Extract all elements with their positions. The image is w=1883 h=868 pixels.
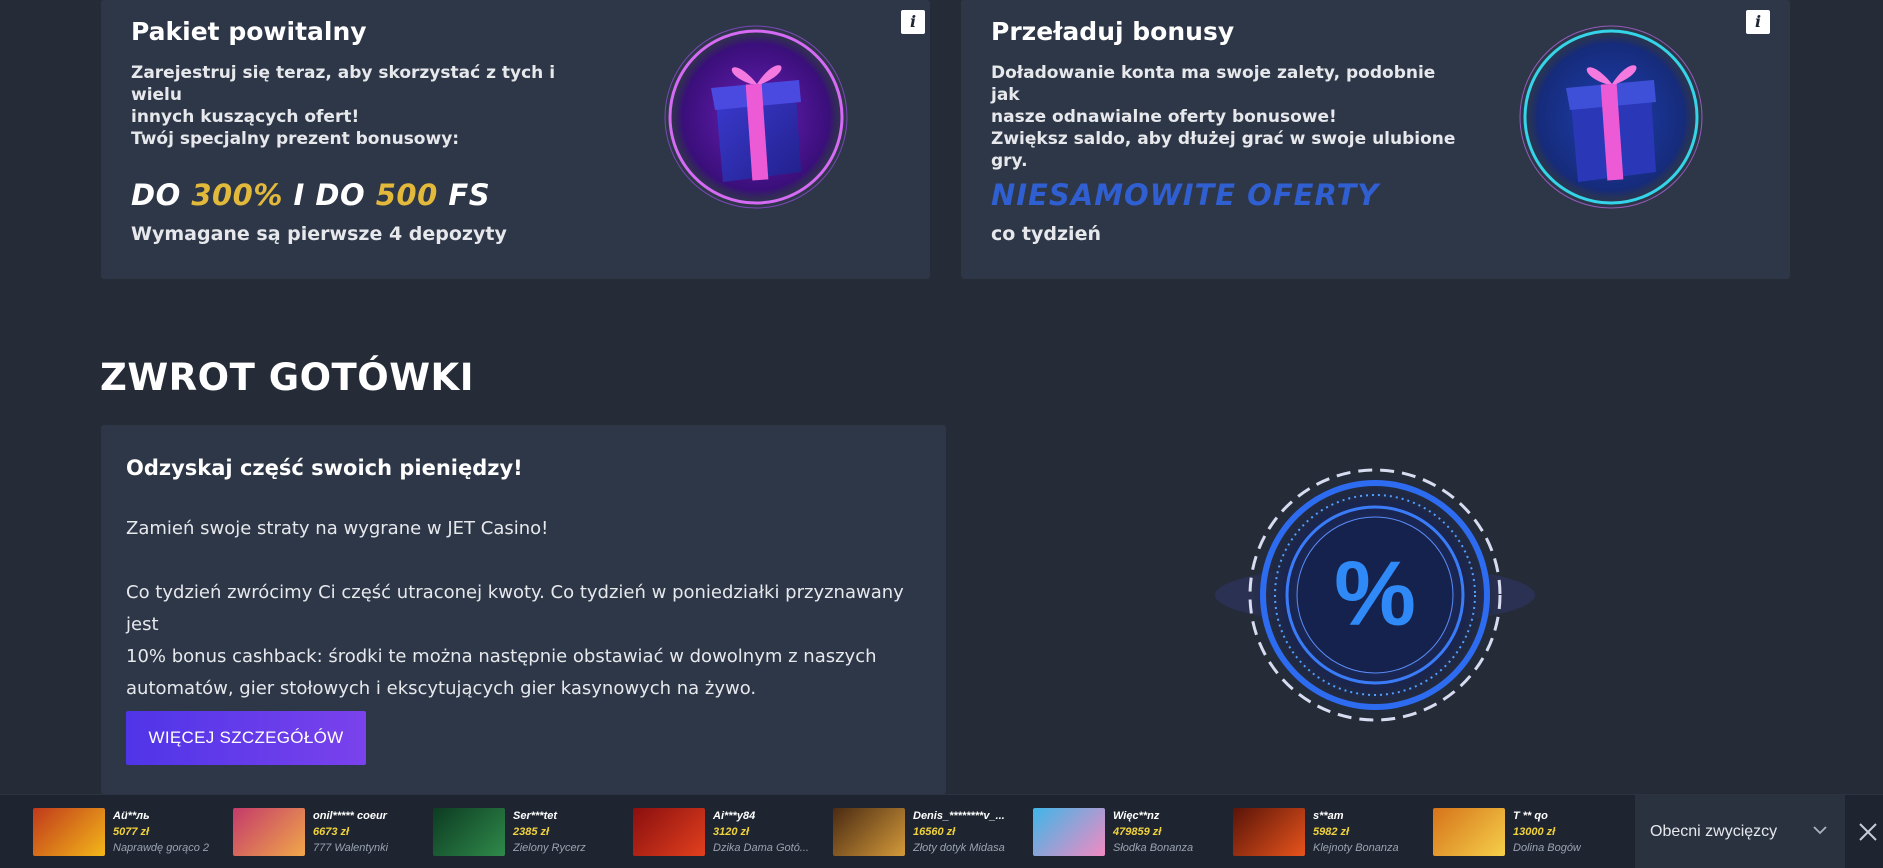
current-winners-label: Obecni zwycięzcy xyxy=(1650,823,1778,840)
reload-desc-line: Zwiększ saldo, aby dłużej grać w swoje u… xyxy=(991,129,1456,149)
winner-amount: 5077 zł xyxy=(113,826,150,838)
winner-amount: 3120 zł xyxy=(713,826,750,838)
cashback-details-line: 10% bonus cashback: środki te można nast… xyxy=(126,646,877,667)
reload-offer-headline: NIESAMOWITE OFERTY xyxy=(991,178,1380,212)
cashback-details-line: automatów, gier stołowych i ekscytującyc… xyxy=(126,678,757,699)
winner-name: onil***** coeur xyxy=(313,810,387,822)
cashback-intro: Zamień swoje straty na wygrane w JET Cas… xyxy=(126,518,549,539)
winner-name: Denis_********v_... xyxy=(913,810,1005,822)
offer-freespins-count: 500 xyxy=(375,178,438,212)
close-icon[interactable] xyxy=(1855,817,1881,847)
gift-blue-icon xyxy=(1519,25,1703,209)
winner-game-name: 777 Walentynki xyxy=(313,842,389,854)
offer-percent: 300% xyxy=(191,178,283,212)
sweet-bonanza-icon[interactable] xyxy=(1033,808,1105,856)
cashback-details: Co tydzień zwrócimy Ci część utraconej k… xyxy=(126,577,916,705)
winner-item[interactable]: Więc**nz 479859 zł Słodka Bonanza xyxy=(1033,808,1228,858)
offer-text: FS xyxy=(437,178,491,212)
wild-lady-slot-icon[interactable] xyxy=(633,808,705,856)
cashback-section-title: ZWROT GOTÓWKI xyxy=(100,356,474,399)
winner-amount: 13000 zł xyxy=(1513,826,1556,838)
winners-ticker: Aü**ль 5077 zł Naprawdę gorąco 2 onil***** … xyxy=(0,794,1883,868)
winner-name: Aü**ль xyxy=(113,810,150,822)
winner-item[interactable]: s**am 5982 zł Klejnoty Bonanza xyxy=(1233,808,1428,858)
offer-text: DO xyxy=(131,178,192,212)
valentine-slot-icon[interactable] xyxy=(233,808,305,856)
gift-purple-icon xyxy=(664,25,848,209)
welcome-offer-requirement: Wymagane są pierwsze 4 depozyty xyxy=(131,223,507,245)
reload-desc-line: nasze odnawialne oferty bonusowe! xyxy=(991,107,1337,127)
reload-offer-frequency: co tydzień xyxy=(991,223,1101,245)
current-winners-dropdown[interactable]: Obecni zwycięzcy xyxy=(1635,795,1845,868)
info-icon[interactable]: i xyxy=(1746,10,1770,34)
percent-cashback-icon: % xyxy=(1215,465,1535,725)
winner-item[interactable]: Ai***y84 3120 zł Dzika Dama Gotó... xyxy=(633,808,828,858)
midas-slot-icon[interactable] xyxy=(833,808,905,856)
hot-slot-icon[interactable] xyxy=(33,808,105,856)
winner-game-name: Dzika Dama Gotó... xyxy=(713,842,809,854)
winner-amount: 5982 zł xyxy=(1313,826,1350,838)
winner-name: s**am xyxy=(1313,810,1344,822)
welcome-card-description: Zarejestruj się teraz, aby skorzystać z … xyxy=(131,62,601,150)
welcome-desc-line: Zarejestruj się teraz, aby skorzystać z … xyxy=(131,63,556,105)
winner-amount: 6673 zł xyxy=(313,826,350,838)
winner-game-name: Dolina Bogów xyxy=(1513,842,1581,854)
gems-bonanza-icon[interactable] xyxy=(1233,808,1305,856)
winner-amount: 479859 zł xyxy=(1113,826,1162,838)
welcome-desc-line: innych kuszących ofert! xyxy=(131,107,360,127)
welcome-offer-headline: DO 300% I DO 500 FS xyxy=(131,178,490,212)
winner-game-name: Złoty dotyk Midasa xyxy=(913,842,1005,854)
reload-bonus-card: Przeładuj bonusy Doładowanie konta ma sw… xyxy=(961,0,1790,279)
winner-item[interactable]: Aü**ль 5077 zł Naprawdę gorąco 2 xyxy=(33,808,228,858)
knight-slot-icon[interactable] xyxy=(433,808,505,856)
reload-card-title: Przeładuj bonusy xyxy=(991,17,1235,46)
winner-name: T ** qo xyxy=(1513,810,1548,822)
cashback-heading: Odzyskaj część swoich pieniędzy! xyxy=(126,456,523,480)
welcome-desc-line: Twój specjalny prezent bonusowy: xyxy=(131,129,460,149)
more-details-button[interactable]: WIĘCEJ SZCZEGÓŁÓW xyxy=(126,711,366,765)
winner-amount: 16560 zł xyxy=(913,826,956,838)
reload-desc-line: gry. xyxy=(991,151,1028,171)
welcome-package-card: Pakiet powitalny Zarejestruj się teraz, … xyxy=(101,0,930,279)
chevron-down-icon xyxy=(1813,826,1827,835)
reload-card-description: Doładowanie konta ma swoje zalety, podob… xyxy=(991,62,1461,172)
winner-item[interactable]: T ** qo 13000 zł Dolina Bogów xyxy=(1433,808,1628,858)
winner-amount: 2385 zł xyxy=(513,826,550,838)
winner-game-name: Słodka Bonanza xyxy=(1113,842,1194,854)
winner-game-name: Naprawdę gorąco 2 xyxy=(113,842,210,854)
cashback-card: Odzyskaj część swoich pieniędzy! Zamień … xyxy=(101,425,946,794)
percent-symbol: % xyxy=(1334,543,1416,645)
winner-name: Ser***tet xyxy=(513,810,558,822)
winner-item[interactable]: onil***** coeur 6673 zł 777 Walentynki xyxy=(233,808,428,858)
cashback-details-line: Co tydzień zwrócimy Ci część utraconej k… xyxy=(126,582,904,635)
reload-desc-line: Doładowanie konta ma swoje zalety, podob… xyxy=(991,63,1436,105)
welcome-card-title: Pakiet powitalny xyxy=(131,17,367,46)
valley-gods-icon[interactable] xyxy=(1433,808,1505,856)
winner-name: Więc**nz xyxy=(1113,810,1160,822)
winner-item[interactable]: Denis_********v_... 16560 zł Złoty dotyk M… xyxy=(833,808,1028,858)
winner-game-name: Zielony Rycerz xyxy=(513,842,586,854)
info-icon[interactable]: i xyxy=(901,10,925,34)
winner-game-name: Klejnoty Bonanza xyxy=(1313,842,1399,854)
offer-text: I DO xyxy=(282,178,376,212)
winner-item[interactable]: Ser***tet 2385 zł Zielony Rycerz xyxy=(433,808,628,858)
winner-name: Ai***y84 xyxy=(713,810,756,822)
